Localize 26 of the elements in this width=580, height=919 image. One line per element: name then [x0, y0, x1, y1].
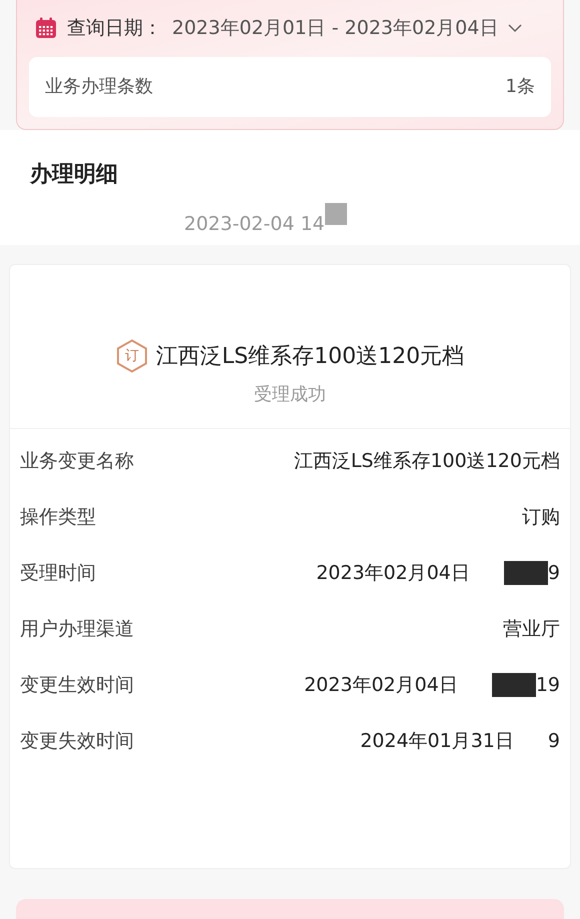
field-label: 用户办理渠道 [20, 617, 134, 642]
record-time: 2023-02-04 14 [184, 212, 325, 237]
record-title: 江西泛LS维系存100送120元档 [156, 342, 464, 371]
section-title: 办理明细 [28, 160, 119, 188]
redaction-block [324, 202, 347, 224]
field-label: 变更失效时间 [20, 729, 134, 754]
summary-value: 1条 [506, 75, 535, 99]
field-value: 9 [548, 729, 560, 754]
field-date: 2023年02月04日 [316, 561, 470, 586]
field-value: 订购 [522, 505, 560, 530]
field-label: 操作类型 [20, 505, 96, 530]
field-label: 业务变更名称 [20, 449, 134, 474]
field-label: 受理时间 [20, 561, 96, 586]
field-value: 19 [536, 673, 560, 698]
calendar-icon [35, 17, 57, 40]
record-status: 受理成功 [254, 383, 326, 408]
date-range-selector[interactable]: 查询日期： 2023年02月01日 - 2023年02月04日 [29, 14, 551, 42]
field-value: 9 [548, 561, 560, 586]
chevron-down-icon [508, 24, 522, 33]
summary-label: 业务办理条数 [45, 75, 153, 99]
field-date: 2023年02月04日 [304, 673, 458, 698]
field-label: 变更生效时间 [20, 673, 134, 698]
field-date: 2024年01月31日 [360, 729, 514, 754]
order-badge-icon: 订 [116, 339, 148, 374]
field-value: 营业厅 [503, 617, 560, 642]
field-value: 江西泛LS维系存100送120元档 [294, 449, 560, 474]
